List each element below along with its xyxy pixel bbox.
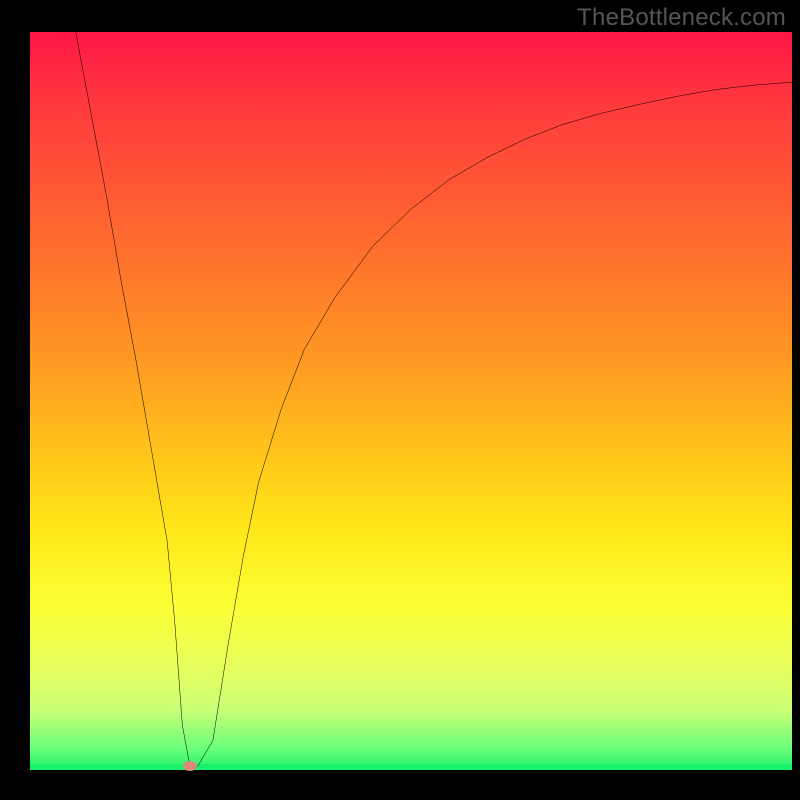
bottleneck-curve [76, 32, 792, 766]
watermark-text: TheBottleneck.com [577, 4, 786, 32]
curve-svg [30, 32, 792, 770]
chart-root: TheBottleneck.com [0, 0, 800, 800]
plot-area [30, 32, 792, 770]
minimum-marker [183, 761, 197, 771]
